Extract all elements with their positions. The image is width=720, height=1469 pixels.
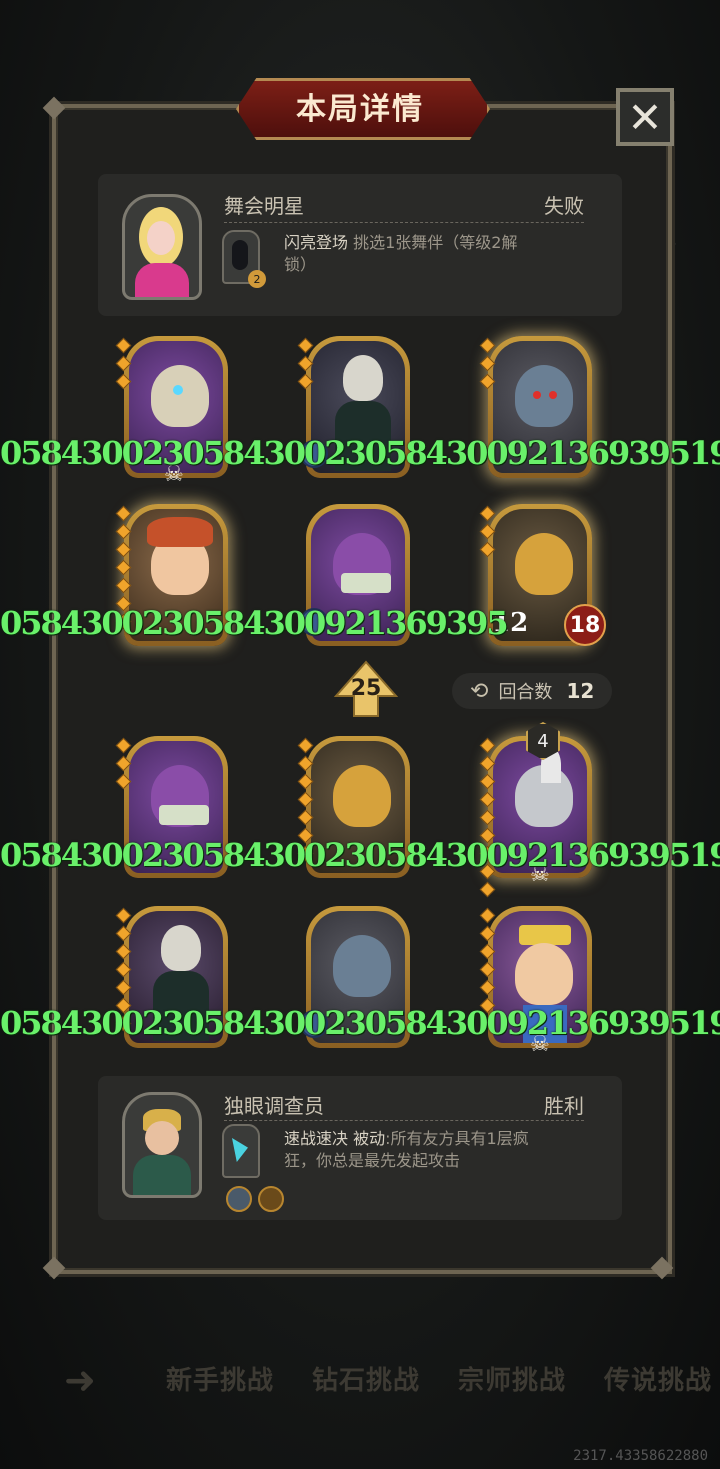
- dialog-title: 本局详情: [296, 92, 424, 127]
- star-diamonds: [479, 737, 496, 902]
- overlay-number-row: 0584300230584300921369395: [0, 604, 509, 642]
- star-diamonds: [297, 337, 314, 394]
- player-name: 独眼调查员: [224, 1094, 324, 1118]
- player-skill-desc2: 狂，你总是最先发起攻击: [284, 1151, 461, 1170]
- player-panel: 独眼调查员 胜利 速战速决 被动:所有友方具有1层疯 狂，你总是最先发起攻击: [98, 1076, 622, 1220]
- opponent-skill-line1: 闪亮登场 挑选1张舞伴（等级2解: [284, 232, 517, 254]
- player-avatar: [122, 1092, 202, 1198]
- relic-icon[interactable]: [258, 1186, 284, 1212]
- player-result: 胜利: [544, 1094, 584, 1118]
- round-counter: ⟲ 回合数 12: [452, 673, 612, 709]
- upgrade-value: 25: [350, 676, 382, 701]
- overlay-number-row: 0584300230584300230584300921369395193: [0, 836, 720, 874]
- tab-legend[interactable]: 传说挑战: [604, 1360, 712, 1397]
- attack-badge: 18: [564, 604, 606, 646]
- cycle-icon: ⟲: [470, 678, 489, 704]
- round-value: 12: [566, 679, 595, 703]
- close-icon: ✕: [627, 92, 663, 142]
- star-diamonds: [479, 337, 496, 394]
- opponent-skill-desc1: 挑选1张舞伴（等级2解: [353, 233, 518, 252]
- divider: [224, 1120, 584, 1121]
- round-label: 回合数: [498, 682, 553, 703]
- star-diamonds: [479, 505, 496, 562]
- upgrade-arrow: 25: [333, 660, 399, 718]
- divider: [224, 222, 584, 223]
- close-button[interactable]: ✕: [616, 88, 674, 146]
- player-skill-line1: 速战速决 被动:所有友方具有1层疯: [284, 1128, 529, 1150]
- opponent-panel: 舞会明星 失败 2 闪亮登场 挑选1张舞伴（等级2解 锁）: [98, 174, 622, 316]
- tab-novice[interactable]: 新手挑战: [166, 1360, 274, 1397]
- sword-icon[interactable]: [226, 1186, 252, 1212]
- opponent-skill-name: 闪亮登场: [284, 233, 349, 252]
- opponent-result: 失败: [544, 194, 584, 218]
- overlay-number-row: 0584300230584300230584300921369395193: [0, 1004, 720, 1042]
- skill-icon: [222, 1124, 260, 1178]
- star-diamonds: [115, 737, 132, 794]
- player-skill-tag: 被动: [353, 1129, 386, 1148]
- player-skill-name: 速战速决: [284, 1129, 349, 1148]
- opponent-skill-desc2: 锁）: [284, 255, 317, 274]
- back-arrow-icon[interactable]: ➜: [64, 1358, 96, 1402]
- skill-icon: 2: [222, 230, 266, 288]
- star-diamonds: [479, 907, 496, 1018]
- tab-diamond[interactable]: 钻石挑战: [312, 1360, 420, 1397]
- tab-master[interactable]: 宗师挑战: [458, 1360, 566, 1397]
- opponent-name: 舞会明星: [224, 194, 304, 218]
- player-skill-desc1: :所有友方具有1层疯: [385, 1129, 529, 1148]
- bottom-nav: ➜ 新手挑战 钻石挑战 宗师挑战 传说挑战: [0, 1330, 720, 1430]
- skill-level-badge: 2: [248, 270, 266, 288]
- star-diamonds: [115, 337, 132, 394]
- bottom-number: 2317.43358622880: [573, 1448, 708, 1464]
- overlay-number-row: 0584300230584300230584300921369395193: [0, 434, 720, 472]
- opponent-avatar: [122, 194, 202, 300]
